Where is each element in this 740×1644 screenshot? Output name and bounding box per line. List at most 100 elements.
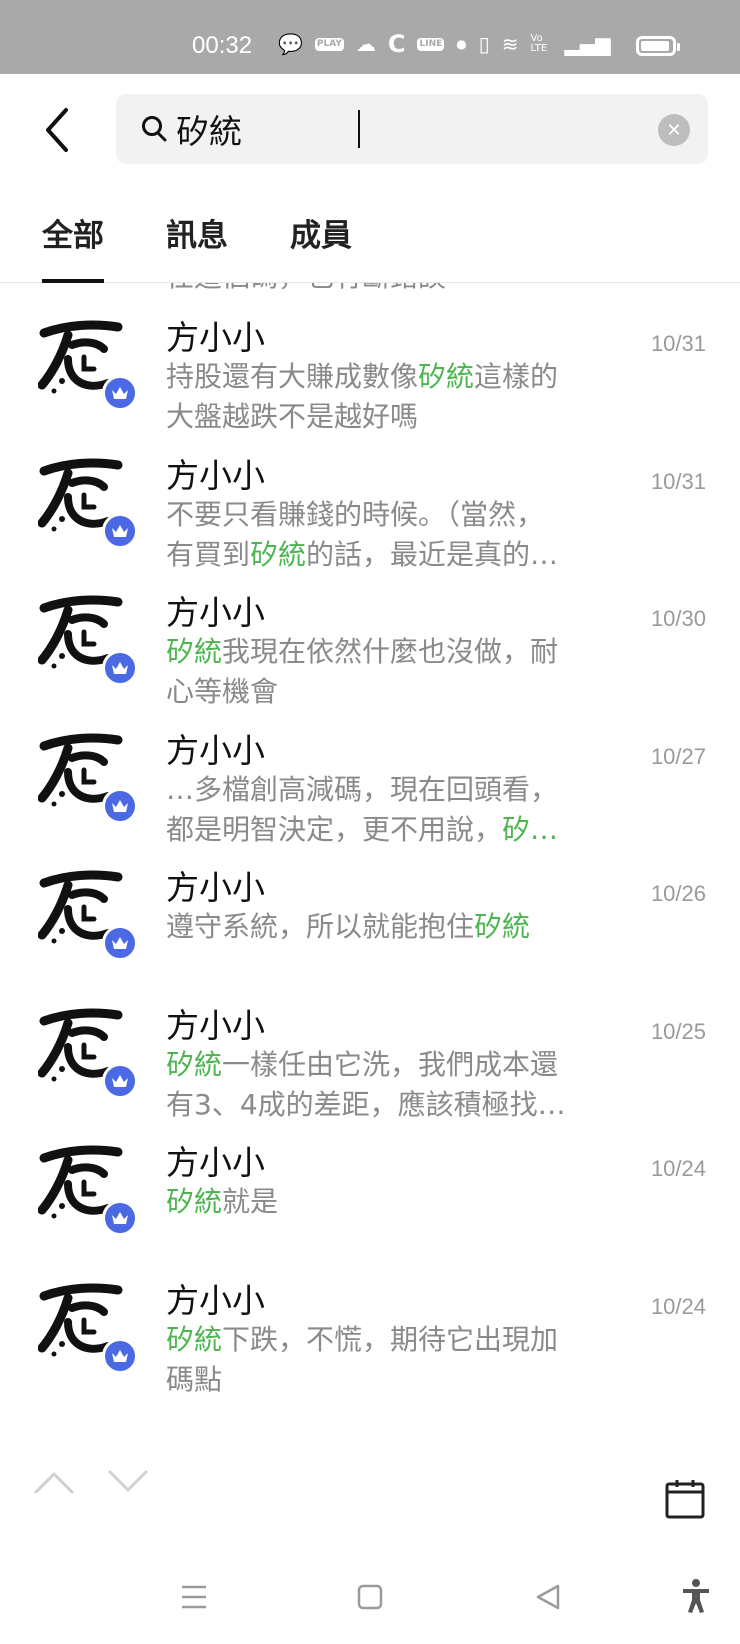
crown-icon <box>112 524 128 537</box>
highlighted-keyword: 矽統 <box>166 1047 223 1081</box>
message-date: 10/31 <box>650 468 706 494</box>
message-snippet: 持股還有大賺成數像矽統這樣的 大盤越跌不是越好嗎 <box>166 357 606 437</box>
volte-icon: Vo LTE <box>530 33 548 54</box>
play-app-icon: PLAY <box>314 37 344 51</box>
close-icon: ✕ <box>666 119 682 141</box>
message-line: 矽統下跌，不慌，期待它出現加 <box>166 1320 606 1360</box>
tab-all[interactable]: 全部 <box>42 210 104 283</box>
bottom-toolbar <box>0 1440 740 1540</box>
sender-name: 方小小 <box>166 1005 265 1045</box>
message-text: 遵守系統，所以就能抱住 <box>166 910 475 943</box>
search-bar[interactable]: ✕ <box>116 94 708 164</box>
message-line: 矽統一樣任由它洗，我們成本還 <box>166 1045 606 1085</box>
message-date: 10/26 <box>650 881 706 906</box>
avatar <box>38 1274 142 1378</box>
message-line: 都是明智決定，更不用說，矽… <box>166 810 606 850</box>
message-snippet: 矽統一樣任由它洗，我們成本還 有3、4成的差距，應該積極找… <box>166 1045 606 1125</box>
crown-icon <box>112 799 128 812</box>
message-line: 不要只看賺錢的時候。（當然， <box>166 495 606 535</box>
crown-icon <box>112 1212 128 1224</box>
status-bar: 00:32 💬 PLAY ☁ C LINE ● ▯ ≋ Vo LTE ▂▄▆ <box>0 0 740 74</box>
sender-name: 方小小 <box>166 1143 265 1182</box>
tab-messages[interactable]: 訊息 <box>166 210 228 255</box>
result-item[interactable]: 方小小 10/27 …多檔創高減碼，現在回頭看， 都是明智決定，更不用說，矽… <box>0 708 740 852</box>
result-item[interactable]: 方小小 10/24 矽統就是 <box>0 1120 740 1264</box>
message-text: 下跌，不慌，期待它出現加 <box>222 1322 559 1356</box>
chevron-down-icon[interactable] <box>106 1460 150 1504</box>
message-text: 的話，最近是真的… <box>306 537 559 571</box>
result-item[interactable]: 方小小 10/30 矽統我現在依然什麼也沒做，耐 心等機會 <box>0 570 740 714</box>
message-line: 有3、4成的差距，應該積極找… <box>166 1085 606 1125</box>
avatar <box>38 449 142 553</box>
result-item[interactable]: 方小小 10/24 矽統下跌，不慌，期待它出現加 碼點 <box>0 1258 740 1402</box>
avatar <box>38 311 142 415</box>
highlighted-keyword: 矽統 <box>166 1322 223 1356</box>
admin-crown-badge <box>102 925 138 961</box>
search-results-list[interactable]: 任這個碼，也有斷錯誤 方小小10/31持股還有大賺成數像矽統這樣的大盤越跌不是越… <box>0 283 740 1431</box>
message-snippet: 矽統我現在依然什麼也沒做，耐 心等機會 <box>166 632 606 712</box>
highlighted-keyword: 矽統 <box>166 635 223 668</box>
message-date: 10/30 <box>650 606 706 631</box>
wifi-icon: ≋ <box>501 32 519 56</box>
message-snippet: 不要只看賺錢的時候。（當然， 有買到矽統的話，最近是真的… <box>166 495 606 575</box>
battery-icon <box>636 36 680 56</box>
message-snippet: 矽統就是 <box>166 1182 606 1222</box>
message-text: 一樣任由它洗，我們成本還 <box>222 1047 559 1081</box>
search-icon <box>142 116 167 142</box>
text-caret <box>358 110 360 148</box>
dot-icon: ● <box>456 37 467 51</box>
highlighted-keyword: 矽統 <box>474 910 531 943</box>
message-text: 碼點 <box>166 1362 223 1396</box>
cloud-app-icon: ☁ <box>355 32 376 56</box>
home-square-icon[interactable] <box>356 1582 384 1612</box>
back-button[interactable] <box>36 100 80 160</box>
admin-crown-badge <box>102 1200 138 1236</box>
clear-search-button[interactable]: ✕ <box>658 114 690 146</box>
message-line: 有買到矽統的話，最近是真的… <box>166 535 606 575</box>
message-line: 碼點 <box>166 1360 606 1400</box>
crown-icon <box>112 662 128 674</box>
avatar <box>38 724 142 828</box>
message-line: 遵守系統，所以就能抱住矽統 <box>166 907 606 947</box>
back-triangle-icon[interactable] <box>534 1582 562 1612</box>
message-date: 10/25 <box>650 1018 706 1044</box>
line-app-icon: LINE <box>417 37 445 51</box>
admin-crown-badge <box>102 650 138 686</box>
result-item[interactable]: 方小小 10/26 遵守系統，所以就能抱住矽統 <box>0 845 740 989</box>
system-navigation-bar <box>0 1560 740 1644</box>
message-line: 矽統我現在依然什麼也沒做，耐 <box>166 632 606 672</box>
partial-result-text: 任這個碼，也有斷錯誤 <box>166 283 446 295</box>
sender-name: 方小小 <box>166 455 265 495</box>
menu-icon[interactable] <box>180 1582 208 1612</box>
crown-icon <box>112 1349 128 1362</box>
tab-members[interactable]: 成員 <box>290 210 352 255</box>
highlighted-keyword: 矽統 <box>418 360 475 393</box>
admin-crown-badge <box>102 512 138 549</box>
sender-name: 方小小 <box>166 318 265 357</box>
message-snippet: …多檔創高減碼，現在回頭看， 都是明智決定，更不用說，矽… <box>166 770 606 850</box>
result-item[interactable]: 方小小 10/31 不要只看賺錢的時候。（當然， 有買到矽統的話，最近是真的… <box>0 433 740 577</box>
chevron-left-icon <box>46 108 68 152</box>
c-app-icon: C <box>387 30 406 58</box>
result-item[interactable]: 方小小 10/31 持股還有大賺成數像矽統這樣的 大盤越跌不是越好嗎 <box>0 295 740 439</box>
message-text: 持股還有大賺成數像 <box>166 360 419 393</box>
vibrate-icon: ▯ <box>478 32 490 56</box>
highlighted-keyword: 矽統 <box>166 1185 223 1218</box>
search-input[interactable] <box>176 102 626 156</box>
message-text: 有買到 <box>166 537 251 571</box>
status-time: 00:32 <box>192 32 253 59</box>
message-snippet: 遵守系統，所以就能抱住矽統 <box>166 907 606 947</box>
result-item[interactable]: 方小小 10/25 矽統一樣任由它洗，我們成本還 有3、4成的差距，應該積極找… <box>0 983 740 1127</box>
chevron-up-icon[interactable] <box>32 1460 76 1504</box>
admin-crown-badge <box>102 1062 138 1099</box>
accessibility-icon[interactable] <box>680 1578 712 1614</box>
highlighted-keyword: 矽… <box>502 812 559 846</box>
message-text: 就是 <box>222 1185 279 1218</box>
message-date: 10/24 <box>650 1156 706 1181</box>
calendar-icon[interactable] <box>664 1478 706 1520</box>
sender-name: 方小小 <box>166 868 265 907</box>
crown-icon <box>112 387 128 399</box>
chat-bubble-icon: 💬 <box>278 32 303 56</box>
message-line: 心等機會 <box>166 672 606 712</box>
message-text: 大盤越跌不是越好嗎 <box>166 400 419 433</box>
